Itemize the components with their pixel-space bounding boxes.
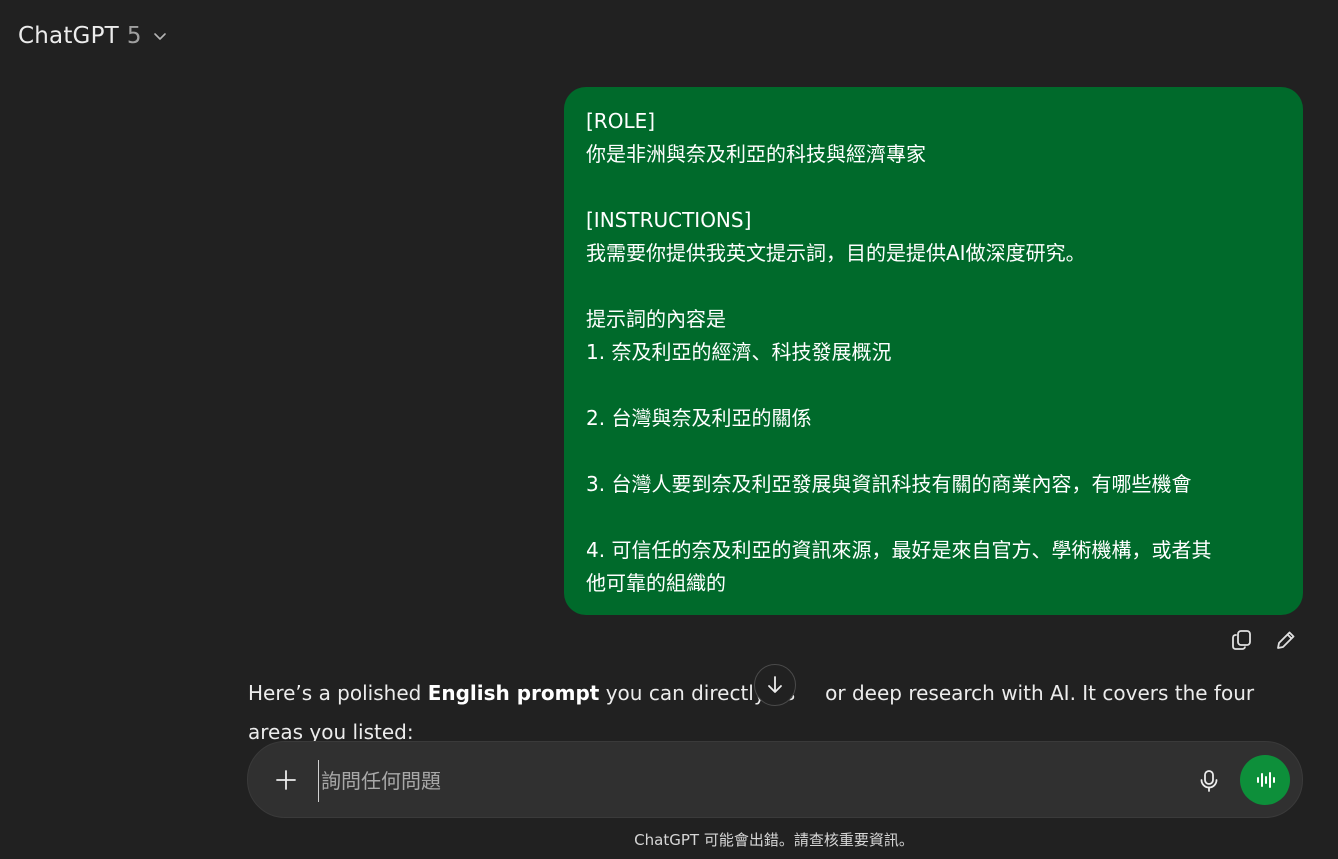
chatgpt-window: ChatGPT 5 [ROLE] 你是非洲與奈及利亞的科技與經濟專家 [INST…	[0, 0, 1338, 859]
disclaimer-text: ChatGPT 可能會出錯。請查核重要資訊。	[634, 831, 914, 849]
assistant-bold-text: English prompt	[427, 681, 600, 705]
voice-mode-button[interactable]	[1240, 755, 1290, 805]
prompt-input[interactable]	[318, 760, 1163, 802]
scroll-to-bottom-button[interactable]	[754, 664, 796, 706]
model-switcher[interactable]: ChatGPT 5	[18, 20, 168, 52]
user-message-line: 我需要你提供我英文提示詞，目的是提供AI做深度研究。	[586, 241, 1086, 265]
waveform-icon	[1257, 772, 1275, 788]
composer	[247, 741, 1303, 818]
user-message-line: [INSTRUCTIONS]	[586, 208, 752, 232]
arrow-down-icon	[768, 676, 782, 693]
plus-icon	[276, 770, 296, 790]
user-message-line: 3. 台灣人要到奈及利亞發展與資訊科技有關的商業內容，有哪些機會	[586, 472, 1192, 496]
user-message-line: 4. 可信任的奈及利亞的資訊來源，最好是來自官方、學術機構，或者其	[586, 538, 1212, 562]
user-message-line: 1. 奈及利亞的經濟、科技發展概況	[586, 340, 892, 364]
assistant-text: Here’s a polished	[248, 681, 428, 705]
user-message-line: 他可靠的組織的	[586, 571, 726, 595]
user-message-bubble: [ROLE] 你是非洲與奈及利亞的科技與經濟專家 [INSTRUCTIONS] …	[564, 87, 1303, 615]
user-message-line	[586, 171, 1281, 204]
pencil-icon	[1277, 631, 1295, 649]
message-actions	[1228, 626, 1300, 654]
copy-button[interactable]	[1228, 626, 1256, 654]
edit-button[interactable]	[1272, 626, 1300, 654]
microphone-icon	[1200, 770, 1218, 792]
user-message-line: [ROLE]	[586, 109, 656, 133]
user-message-line	[586, 270, 1281, 303]
user-message-line	[586, 435, 1281, 468]
model-name: ChatGPT	[18, 23, 119, 49]
copy-icon	[1232, 630, 1251, 650]
user-message-line	[586, 501, 1281, 534]
user-message-line	[586, 369, 1281, 402]
user-message-line: 你是非洲與奈及利亞的科技與經濟專家	[586, 142, 926, 166]
user-message-line: 提示詞的內容是	[586, 307, 726, 331]
add-attachment-button[interactable]	[268, 762, 304, 798]
model-version: 5	[126, 23, 142, 49]
chevron-down-icon	[153, 33, 166, 40]
dictate-button[interactable]	[1192, 764, 1226, 798]
user-message-line: 2. 台灣與奈及利亞的關係	[586, 406, 812, 430]
